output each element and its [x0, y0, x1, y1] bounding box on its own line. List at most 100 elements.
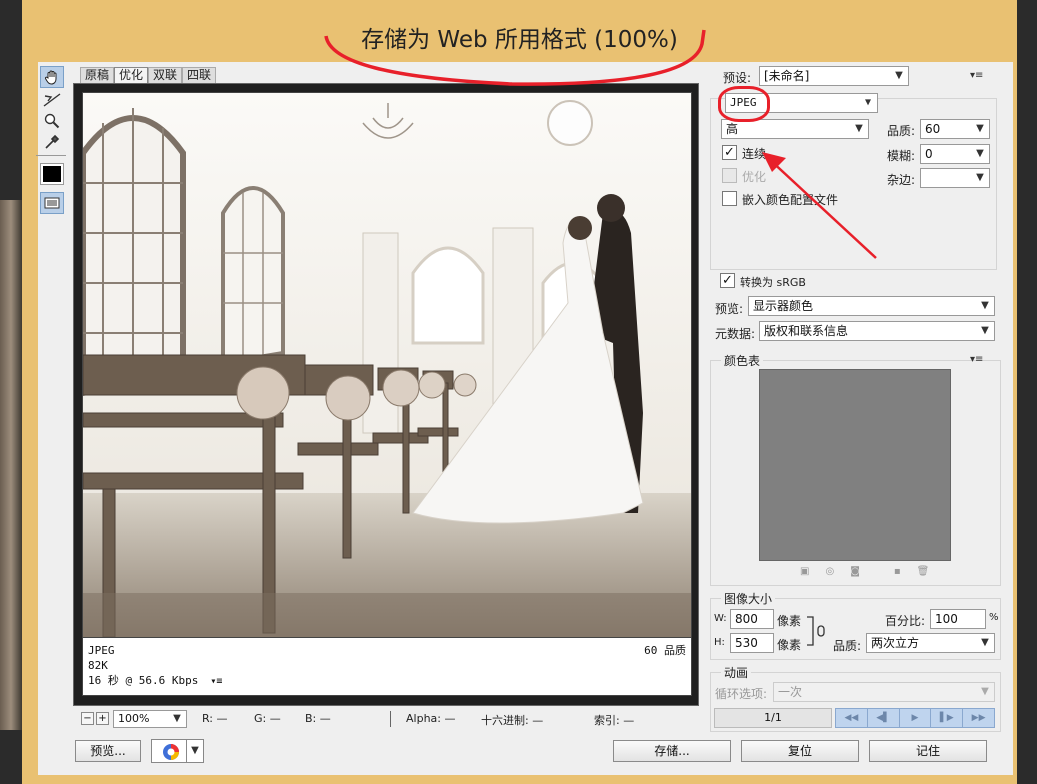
width-input[interactable]: 800	[730, 609, 774, 629]
color-table-label: 颜色表	[721, 352, 764, 369]
loop-options-select[interactable]: 一次 ▼	[773, 682, 995, 702]
optimize-menu-icon[interactable]: ▾≡	[970, 70, 983, 81]
zoom-in-button[interactable]: +	[96, 712, 109, 725]
next-frame-button[interactable]: ▌▶	[931, 709, 964, 727]
blue-value: B: —	[305, 712, 331, 725]
optimization-info: JPEG 82K 16 秒 @ 56.6 Kbps ▾≡ 60 品质	[82, 638, 692, 696]
tab-4-up[interactable]: 四联	[182, 67, 217, 83]
slice-visibility-icon	[44, 197, 60, 209]
height-label: H:	[714, 637, 725, 648]
width-unit: 像素	[777, 614, 802, 628]
embed-profile-checkbox[interactable]	[722, 191, 737, 206]
toggle-slices-visibility[interactable]	[40, 192, 64, 214]
metadata-label: 元数据:	[715, 327, 756, 341]
metadata-value: 版权和联系信息	[764, 324, 849, 338]
hand-tool[interactable]	[40, 66, 64, 88]
remember-button[interactable]: 记住	[869, 740, 987, 762]
preset-value: [未命名]	[764, 69, 810, 83]
blur-label: 模糊:	[887, 149, 916, 163]
chevron-down-icon: ▼	[864, 97, 872, 108]
quality-label: 品质:	[887, 124, 916, 138]
chevron-down-icon: ▼	[895, 70, 903, 81]
last-frame-button[interactable]: ▶▶	[963, 709, 994, 727]
info-download-time: 16 秒 @ 56.6 Kbps	[88, 674, 199, 687]
browser-dropdown-arrow[interactable]: ▼	[186, 739, 204, 763]
lock-color-icon[interactable]: ◙	[850, 566, 860, 580]
image-preview[interactable]	[80, 92, 692, 638]
metadata-select[interactable]: 版权和联系信息 ▼	[759, 321, 995, 341]
image-size-label: 图像大小	[721, 590, 776, 607]
color-table-swatches	[759, 369, 951, 561]
play-button[interactable]: ▶	[899, 709, 932, 727]
quality-input[interactable]: 60 ▼	[920, 119, 990, 139]
preview-color-select[interactable]: 显示器颜色 ▼	[748, 296, 995, 316]
preview-color-value: 显示器颜色	[753, 299, 814, 313]
eyedropper-icon	[45, 134, 60, 149]
tab-2-up[interactable]: 双联	[148, 67, 183, 83]
frame-counter-value: 1/1	[764, 711, 782, 724]
format-highlight-annotation	[718, 86, 770, 122]
chevron-down-icon: ▼	[976, 172, 984, 183]
tab-optimized[interactable]: 优化	[114, 67, 149, 83]
tool-divider	[36, 155, 66, 156]
loop-options-value: 一次	[778, 685, 803, 699]
zoom-out-button[interactable]: −	[81, 712, 94, 725]
chevron-down-icon: ▼	[981, 637, 989, 648]
alpha-value: Alpha: —	[406, 712, 456, 725]
quality-level-value: 高	[726, 122, 739, 136]
red-value: R: —	[202, 712, 228, 725]
web-shift-icon[interactable]: ◎	[825, 566, 834, 580]
browser-preview-select[interactable]: ▼	[151, 739, 204, 763]
chain-link-icon	[807, 616, 825, 646]
percent-unit: %	[989, 612, 999, 623]
previous-frame-button[interactable]: ◀▌	[867, 709, 900, 727]
resample-quality-select[interactable]: 两次立方 ▼	[866, 633, 995, 653]
preset-select[interactable]: [未命名] ▼	[759, 66, 909, 86]
hand-icon	[44, 70, 57, 85]
zoom-icon	[44, 113, 60, 129]
chevron-down-icon: ▼	[981, 300, 989, 311]
preset-label: 预设:	[723, 71, 752, 85]
chevron-down-icon: ▼	[981, 325, 989, 336]
background-window	[0, 200, 22, 730]
info-file-size: 82K	[88, 659, 108, 672]
height-input[interactable]: 530	[730, 633, 774, 653]
constrain-proportions-link[interactable]	[806, 614, 828, 648]
preview-button[interactable]: 预览...	[75, 740, 141, 762]
info-format: JPEG	[88, 644, 115, 657]
chevron-down-icon: ▼	[855, 123, 863, 134]
index-value: 索引: —	[594, 714, 635, 727]
chevron-down-icon: ▼	[981, 686, 989, 697]
optimized-checkbox[interactable]	[722, 168, 737, 183]
matte-select[interactable]: ▼	[920, 168, 990, 188]
map-transparent-icon[interactable]: ▣	[800, 566, 809, 580]
new-color-icon[interactable]: ▪	[894, 566, 901, 580]
chevron-down-icon: ▼	[976, 148, 984, 159]
quality-level-select[interactable]: 高 ▼	[721, 119, 869, 139]
percent-input[interactable]: 100	[930, 609, 986, 629]
save-button[interactable]: 存储...	[613, 740, 731, 762]
convert-srgb-checkbox[interactable]: ✓	[720, 273, 735, 288]
width-label: W:	[714, 613, 727, 624]
blur-input[interactable]: 0 ▼	[920, 144, 990, 164]
eyedropper-color-swatch[interactable]	[40, 163, 64, 185]
status-divider	[390, 711, 391, 727]
browser-icon	[163, 744, 179, 760]
wedding-photo	[80, 93, 691, 638]
tab-original[interactable]: 原稿	[80, 67, 115, 83]
first-frame-button[interactable]: ◀◀	[836, 709, 868, 727]
blur-value: 0	[925, 147, 933, 161]
zoom-tool[interactable]	[40, 110, 64, 132]
download-speed-menu[interactable]: ▾≡	[210, 676, 222, 687]
frame-counter: 1/1	[714, 708, 832, 728]
delete-color-icon[interactable]: 🗑	[917, 566, 930, 580]
progressive-arrow-annotation	[760, 150, 880, 260]
color-table-menu-icon[interactable]: ▾≡	[970, 354, 983, 365]
status-bar: − + 100% ▼ R: — G: — B: — Alpha: — 十六进制: …	[76, 708, 696, 732]
animation-controls: ◀◀ ◀▌ ▶ ▌▶ ▶▶	[835, 708, 995, 728]
zoom-level-select[interactable]: 100% ▼	[113, 710, 187, 728]
slice-select-tool[interactable]	[40, 89, 64, 111]
reset-button[interactable]: 复位	[741, 740, 859, 762]
progressive-checkbox[interactable]: ✓	[722, 145, 737, 160]
eyedropper-tool[interactable]	[40, 131, 64, 153]
